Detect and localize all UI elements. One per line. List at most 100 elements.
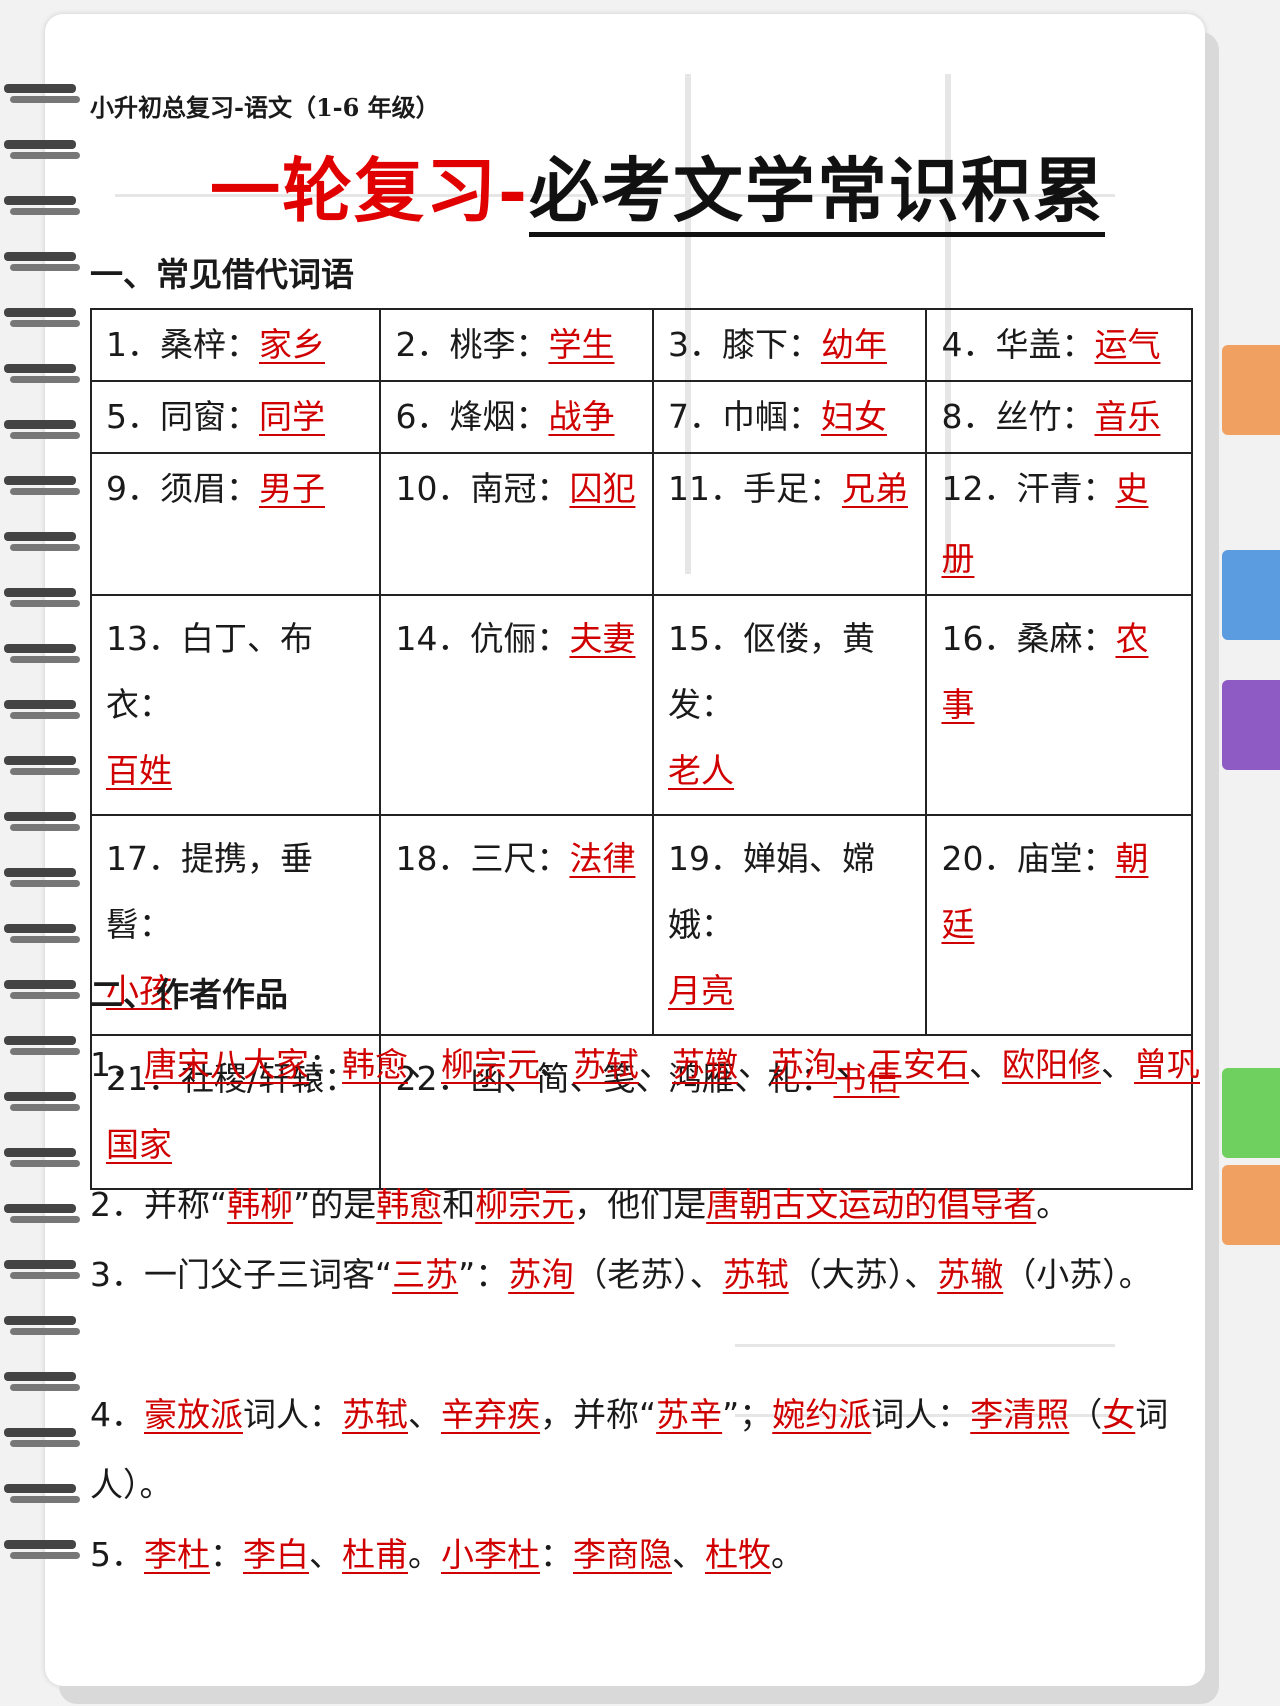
- answer-text: 韩柳: [227, 1185, 294, 1224]
- binding-ring: [4, 136, 80, 164]
- term-cell: 18．三尺：法律: [379, 814, 654, 1036]
- plain-text: 词人：: [871, 1395, 971, 1434]
- term-label: 4．华盖：: [941, 325, 1095, 364]
- answer-text: 李清照: [970, 1395, 1070, 1434]
- answer-text: 婉约派: [772, 1395, 872, 1434]
- plain-text: 5．: [90, 1535, 144, 1574]
- plain-text: ：: [540, 1535, 573, 1574]
- term-label: 10．南冠：: [395, 469, 570, 508]
- binding-ring: [4, 304, 80, 332]
- term-label: 19．婵娟、嫦娥：: [667, 839, 875, 944]
- plain-text: （小苏）。: [1003, 1255, 1152, 1294]
- section2-heading: 二、作者作品: [90, 975, 288, 1014]
- paragraph-2: 2．并称“韩柳”的是韩愈和柳宗元，他们是唐朝古文运动的倡导者。: [90, 1170, 1200, 1240]
- section1-heading: 一、常见借代词语: [90, 255, 354, 294]
- term-cell: 19．婵娟、嫦娥： 月亮: [651, 814, 928, 1036]
- page-title: 一轮复习-必考文学常识积累: [210, 135, 1106, 237]
- spiral-binding: [0, 80, 82, 1620]
- term-label: 12．汗青：: [941, 469, 1116, 508]
- term-cell: 20．庙堂：朝廷: [925, 814, 1193, 1036]
- binding-ring: [4, 696, 80, 724]
- paragraph-1: 1．唐宋八大家：韩愈、柳宗元、苏轼、苏辙、苏洵、王安石、欧阳修、曾巩: [90, 1030, 1200, 1100]
- term-label: 2．桃李：: [395, 325, 549, 364]
- binding-ring: [4, 976, 80, 1004]
- plain-text: 、: [540, 1045, 573, 1084]
- plain-text: 。: [408, 1535, 441, 1574]
- tab-green: [1222, 1068, 1280, 1158]
- plain-text: ”的是: [293, 1185, 377, 1224]
- tab-purple: [1222, 680, 1280, 770]
- binding-ring: [4, 1032, 80, 1060]
- term-cell: 2．桃李：学生: [379, 308, 654, 382]
- term-cell: 16．桑麻：农事: [925, 594, 1193, 816]
- term-label: 11．手足：: [667, 469, 842, 508]
- binding-ring: [4, 80, 80, 108]
- binding-ring: [4, 472, 80, 500]
- binding-ring: [4, 192, 80, 220]
- binding-ring: [4, 1200, 80, 1228]
- binding-ring: [4, 248, 80, 276]
- answer-text: 苏洵: [771, 1045, 837, 1084]
- binding-ring: [4, 528, 80, 556]
- term-label: 17．提携，垂髫：: [106, 839, 313, 944]
- term-answer: 月亮: [667, 971, 734, 1010]
- table-row: 13．白丁、布衣： 百姓 14．伉俪：夫妻 15．伛偻，黄发： 老人 16．桑麻：农事: [89, 594, 1193, 816]
- plain-text: 、: [1101, 1045, 1134, 1084]
- plain-text: ：: [309, 1045, 342, 1084]
- answer-text: 三苏: [392, 1255, 459, 1294]
- answer-text: 苏轼: [573, 1045, 639, 1084]
- title-red-part: 一轮复习-: [210, 149, 530, 232]
- answer-text: 苏辙: [937, 1255, 1004, 1294]
- plain-text: 、: [738, 1045, 771, 1084]
- answer-text: 杜甫: [342, 1535, 408, 1574]
- plain-text: ：: [210, 1535, 243, 1574]
- paragraph-4: 4．豪放派词人：苏轼、辛弃疾，并称“苏辛”；婉约派词人：李清照（女词人）。: [90, 1380, 1200, 1520]
- term-label: 8．丝竹：: [941, 397, 1095, 436]
- binding-ring: [4, 1480, 80, 1508]
- tab-orange-2: [1222, 1165, 1280, 1245]
- term-cell: 1．桑梓：家乡: [89, 308, 382, 382]
- answer-text: 唐朝古文运动的倡导者: [706, 1185, 1037, 1224]
- paragraph-5: 5．李杜：李白、杜甫。小李杜：李商隐、杜牧。: [90, 1520, 1200, 1590]
- term-answer: 兄弟: [841, 469, 908, 508]
- term-cell: 14．伉俪：夫妻: [379, 594, 654, 816]
- answer-text: 李杜: [144, 1535, 210, 1574]
- answer-text: 女: [1102, 1395, 1136, 1434]
- binding-ring: [4, 1536, 80, 1564]
- term-answer: 法律: [569, 839, 636, 878]
- term-cell: 10．南冠：囚犯: [379, 452, 654, 596]
- term-cell: 11．手足：兄弟: [651, 452, 928, 596]
- term-cell: 7．巾帼：妇女: [651, 380, 928, 454]
- plain-text: 。: [771, 1535, 804, 1574]
- binding-ring: [4, 416, 80, 444]
- answer-text: 柳宗元: [475, 1185, 575, 1224]
- term-answer: 老人: [667, 751, 734, 790]
- plain-text: 2．并称“: [90, 1185, 228, 1224]
- binding-ring: [4, 1424, 80, 1452]
- term-cell: 12．汗青：史册: [925, 452, 1193, 596]
- term-label: 18．三尺：: [395, 839, 570, 878]
- answer-text: 唐宋八大家: [144, 1045, 309, 1084]
- answer-text: 小李杜: [441, 1535, 540, 1574]
- binding-ring: [4, 920, 80, 948]
- term-label: 13．白丁、布衣：: [106, 619, 313, 724]
- binding-ring: [4, 752, 80, 780]
- binding-ring: [4, 1368, 80, 1396]
- tab-orange: [1222, 345, 1280, 435]
- term-cell: 15．伛偻，黄发： 老人: [651, 594, 928, 816]
- paragraph-3: 3．一门父子三词客“三苏”：苏洵（老苏）、苏轼（大苏）、苏辙（小苏）。: [90, 1240, 1200, 1310]
- binding-ring: [4, 584, 80, 612]
- answer-text: 柳宗元: [441, 1045, 540, 1084]
- term-label: 16．桑麻：: [941, 619, 1116, 658]
- table-row: 1．桑梓：家乡 2．桃李：学生 3．膝下：幼年 4．华盖：运气: [89, 308, 1193, 382]
- term-label: 9．须眉：: [106, 469, 259, 508]
- plain-text: 4．: [90, 1395, 144, 1434]
- plain-text: 、: [672, 1535, 705, 1574]
- term-answer: 同学: [259, 397, 325, 436]
- answer-text: 苏辙: [672, 1045, 738, 1084]
- course-subtitle: 小升初总复习-语文（1-6 年级）: [90, 93, 440, 122]
- binding-ring: [4, 1088, 80, 1116]
- answer-text: 辛弃疾: [441, 1395, 540, 1434]
- plain-text: 。: [1036, 1185, 1070, 1224]
- plain-text: 词人：: [243, 1395, 342, 1434]
